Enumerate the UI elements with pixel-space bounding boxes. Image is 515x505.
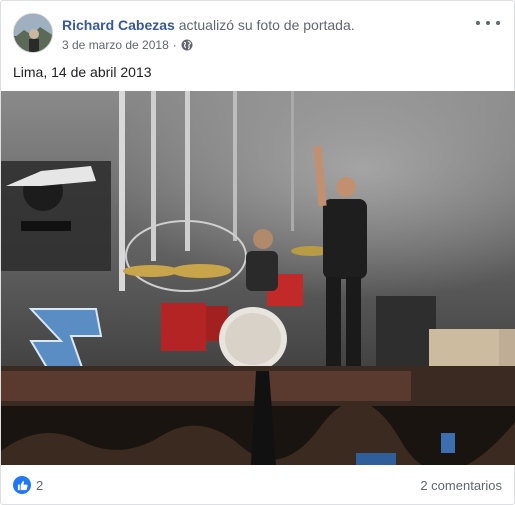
globe-icon[interactable] bbox=[181, 39, 193, 51]
concert-photo-image bbox=[1, 91, 515, 465]
post-header: Richard Cabezas actualizó su foto de por… bbox=[13, 13, 502, 57]
post-headline: Richard Cabezas actualizó su foto de por… bbox=[62, 16, 462, 34]
post-caption: Lima, 14 de abril 2013 bbox=[13, 64, 152, 80]
post-meta: Richard Cabezas actualizó su foto de por… bbox=[62, 16, 462, 53]
post-action-text: actualizó su foto de portada. bbox=[178, 17, 355, 33]
more-dot bbox=[486, 21, 490, 25]
separator-dot: · bbox=[172, 38, 177, 52]
more-dot bbox=[476, 21, 480, 25]
post-date-link[interactable]: 3 de marzo de 2018 bbox=[62, 37, 169, 53]
more-dot bbox=[496, 21, 500, 25]
author-name-link[interactable]: Richard Cabezas bbox=[62, 17, 175, 33]
cover-photo[interactable] bbox=[1, 91, 515, 465]
comments-count-link[interactable]: 2 comentarios bbox=[420, 478, 502, 493]
more-options-icon[interactable] bbox=[476, 15, 500, 31]
avatar[interactable] bbox=[13, 13, 53, 53]
reactions-summary[interactable]: 2 bbox=[13, 476, 43, 494]
reaction-count: 2 bbox=[36, 477, 44, 493]
post-card: Richard Cabezas actualizó su foto de por… bbox=[0, 0, 515, 505]
post-subline: 3 de marzo de 2018 · bbox=[62, 37, 462, 53]
avatar-image bbox=[14, 14, 52, 52]
post-footer: 2 2 comentarios bbox=[13, 473, 502, 497]
like-icon bbox=[13, 476, 31, 494]
